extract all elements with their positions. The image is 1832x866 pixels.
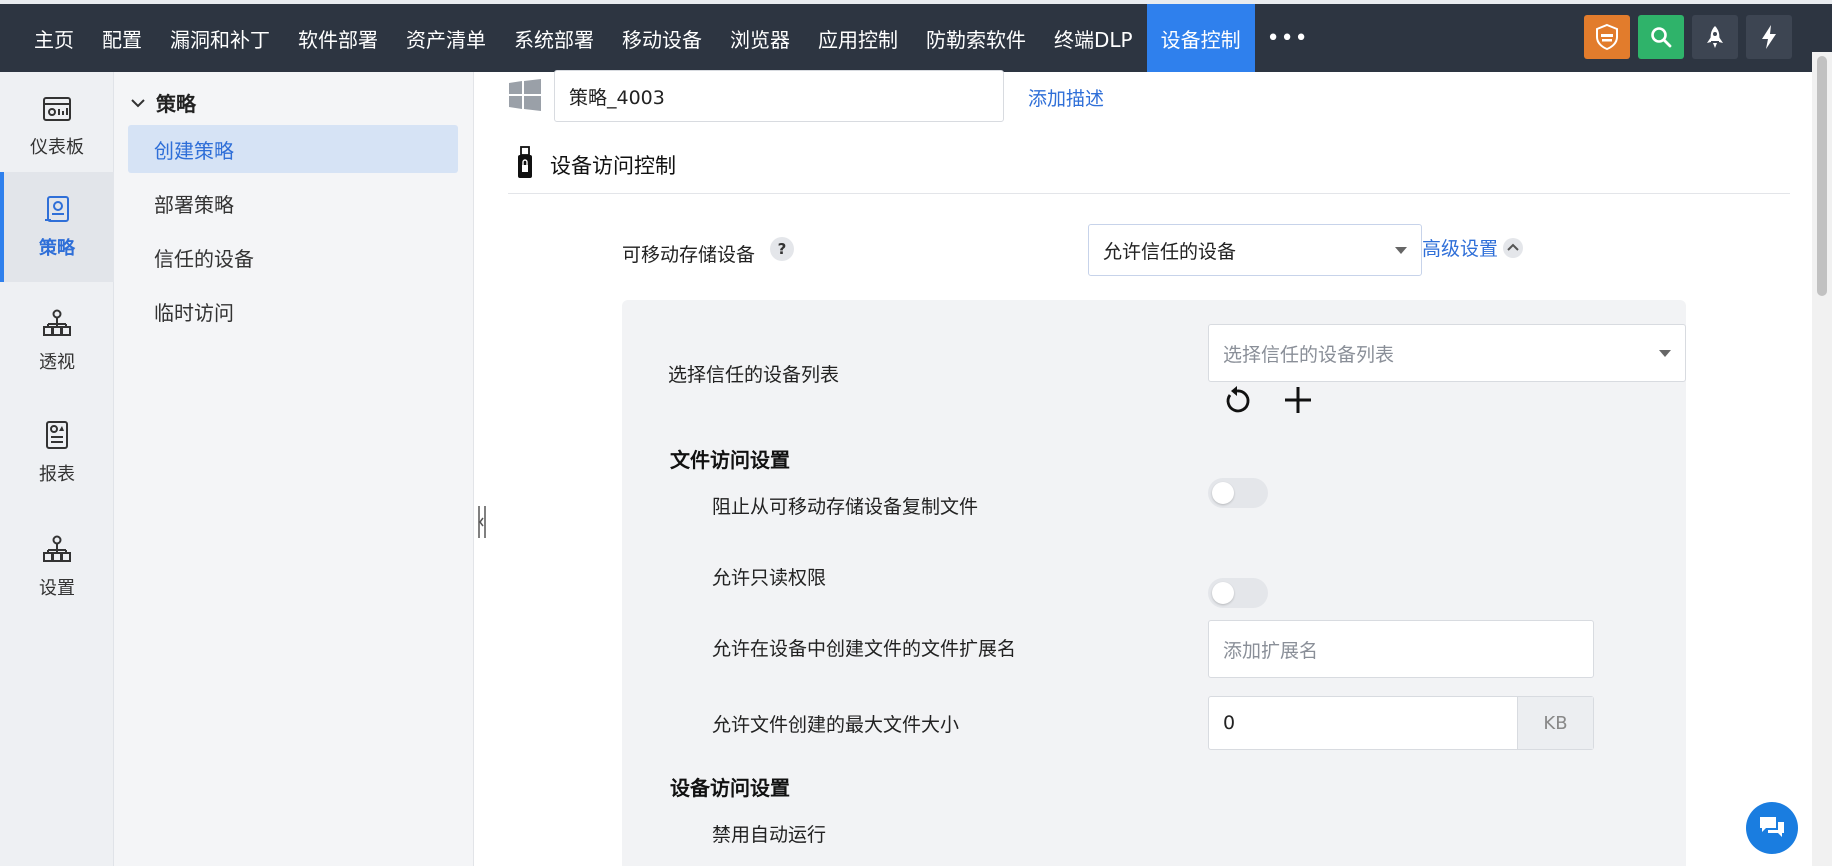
top-tools: [1584, 15, 1792, 59]
rail-item-dashboard[interactable]: 仪表板: [0, 72, 114, 182]
file-extension-placeholder: 添加扩展名: [1223, 639, 1319, 662]
max-file-size-input[interactable]: 0 KB: [1208, 696, 1594, 750]
max-file-size-value: 0: [1223, 712, 1236, 734]
disable-autorun-label: 禁用自动运行: [712, 824, 827, 846]
usb-lock-icon: [518, 146, 532, 178]
rail-label-policy: 策略: [39, 238, 75, 259]
nav-item-app-control[interactable]: 应用控制: [804, 4, 912, 72]
quick-launch-button[interactable]: [1692, 15, 1738, 59]
readonly-label: 允许只读权限: [712, 567, 827, 589]
add-icon[interactable]: [1282, 384, 1314, 416]
page-scrollbar[interactable]: [1812, 52, 1832, 866]
search-button[interactable]: [1638, 15, 1684, 59]
nav-item-software-deploy[interactable]: 软件部署: [284, 4, 392, 72]
toggle-knob: [1212, 582, 1234, 604]
file-size-unit: KB: [1517, 697, 1593, 749]
policy-group-header[interactable]: 策略: [130, 88, 196, 117]
refresh-icon[interactable]: [1220, 384, 1254, 418]
readonly-toggle[interactable]: [1208, 578, 1268, 608]
section-divider: [508, 193, 1790, 194]
sidebar-item-deploy-policy[interactable]: 部署策略: [128, 179, 458, 227]
file-extension-label: 允许在设备中创建文件的文件扩展名: [712, 638, 1017, 660]
rail-label-settings: 设置: [39, 578, 75, 599]
more-menu-icon[interactable]: •••: [1255, 4, 1321, 72]
main-content: 策略_4003 添加描述 设备访问控制 可移动存储设备 ? 允许信任的设备 高级…: [488, 70, 1808, 866]
device-access-settings-title: 设备访问设置: [670, 776, 790, 800]
lightning-icon: [1762, 25, 1776, 49]
chat-support-button[interactable]: [1746, 802, 1798, 854]
panel-resize-handle[interactable]: [476, 504, 488, 540]
chevron-up-icon: [1503, 237, 1524, 258]
toggle-knob: [1212, 482, 1234, 504]
nav-item-vuln-patch[interactable]: 漏洞和补丁: [156, 4, 284, 72]
caret-down-icon: [1659, 349, 1671, 357]
trusted-device-list-select[interactable]: 选择信任的设备列表: [1208, 324, 1686, 382]
nav-item-config[interactable]: 配置: [88, 4, 156, 72]
shield-button[interactable]: [1584, 15, 1630, 59]
rocket-icon: [1707, 26, 1723, 48]
settings-icon: [43, 535, 71, 562]
search-icon: [1651, 27, 1672, 48]
removable-storage-value: 允许信任的设备: [1103, 240, 1237, 263]
block-copy-label: 阻止从可移动存储设备复制文件: [712, 496, 979, 518]
nav-item-os-deploy[interactable]: 系统部署: [500, 4, 608, 72]
trusted-device-list-placeholder: 选择信任的设备列表: [1223, 343, 1395, 366]
rail-label-reports: 报表: [39, 464, 75, 485]
rail-item-policy[interactable]: 策略: [0, 172, 114, 282]
policy-name-input[interactable]: 策略_4003: [554, 70, 1004, 122]
nav-item-mobile-devices[interactable]: 移动设备: [608, 4, 716, 72]
policy-icon: [45, 196, 69, 222]
removable-storage-label: 可移动存储设备: [622, 244, 756, 266]
shield-icon: [1596, 23, 1618, 51]
trusted-device-list-label: 选择信任的设备列表: [668, 364, 840, 386]
advanced-settings-link[interactable]: 高级设置: [1422, 234, 1498, 261]
removable-storage-select[interactable]: 允许信任的设备: [1088, 224, 1422, 276]
advanced-settings[interactable]: 高级设置: [1422, 234, 1524, 261]
sidebar-item-trusted-devices[interactable]: 信任的设备: [128, 233, 458, 281]
block-copy-toggle[interactable]: [1208, 478, 1268, 508]
sidebar-item-temporary-access[interactable]: 临时访问: [128, 287, 458, 335]
max-file-size-label: 允许文件创建的最大文件大小: [712, 714, 960, 736]
rail-item-reports[interactable]: 报表: [0, 398, 114, 508]
rail-item-insight[interactable]: 透视: [0, 286, 114, 396]
file-access-settings-title: 文件访问设置: [670, 448, 790, 472]
nav-item-endpoint-dlp[interactable]: 终端DLP: [1040, 4, 1147, 72]
rail-item-settings[interactable]: 设置: [0, 512, 114, 622]
chat-icon: [1760, 817, 1784, 837]
rail-label-insight: 透视: [39, 352, 75, 373]
section-title-device-access-control: 设备访问控制: [550, 154, 676, 178]
top-nav-items: 主页 配置 漏洞和补丁 软件部署 资产清单 系统部署 移动设备 浏览器 应用控制…: [0, 4, 1321, 72]
sidebar-item-create-policy[interactable]: 创建策略: [128, 125, 458, 173]
file-extension-input[interactable]: 添加扩展名: [1208, 620, 1594, 678]
nav-item-asset-inventory[interactable]: 资产清单: [392, 4, 500, 72]
report-icon: [46, 421, 68, 449]
policy-sidebar: 策略 创建策略 部署策略 信任的设备 临时访问: [114, 72, 474, 866]
dashboard-icon: [43, 97, 71, 121]
insight-icon: [43, 309, 71, 336]
help-icon[interactable]: ?: [770, 237, 794, 261]
chevron-down-icon: [131, 98, 145, 107]
scrollbar-thumb[interactable]: [1817, 56, 1827, 296]
nav-item-device-control[interactable]: 设备控制: [1146, 4, 1255, 72]
left-icon-rail: 仪表板 策略 透视 报表 设置: [0, 72, 114, 866]
caret-down-icon: [1395, 246, 1407, 254]
rail-label-dashboard: 仪表板: [30, 137, 84, 158]
nav-item-browser[interactable]: 浏览器: [716, 4, 804, 72]
policy-group-title: 策略: [156, 92, 196, 116]
windows-icon: [509, 79, 541, 111]
nav-item-home[interactable]: 主页: [20, 4, 88, 72]
policy-name-value: 策略_4003: [569, 86, 665, 109]
actions-button[interactable]: [1746, 15, 1792, 59]
add-description-link[interactable]: 添加描述: [1028, 84, 1104, 111]
collapse-handle-icon: [478, 506, 486, 538]
nav-item-anti-ransomware[interactable]: 防勒索软件: [912, 4, 1040, 72]
top-navigation: 主页 配置 漏洞和补丁 软件部署 资产清单 系统部署 移动设备 浏览器 应用控制…: [0, 0, 1832, 72]
